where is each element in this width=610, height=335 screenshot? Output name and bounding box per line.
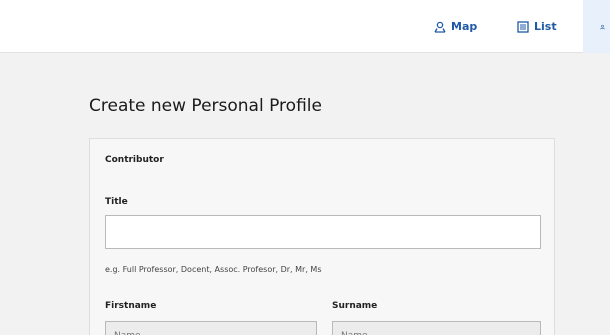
title-hint: e.g. Full Professor, Docent, Assoc. Prof… xyxy=(105,265,322,274)
firstname-input[interactable] xyxy=(105,321,317,335)
nav-list-label: List xyxy=(534,20,557,33)
page-title: Create new Personal Profile xyxy=(89,96,322,116)
nav-map-label: Map xyxy=(451,20,478,33)
nav-map-link[interactable]: Map xyxy=(434,0,477,53)
nav-profile-link[interactable] xyxy=(583,0,610,53)
title-label: Title xyxy=(105,197,128,207)
firstname-label: Firstname xyxy=(105,301,157,311)
surname-label: Surname xyxy=(332,301,378,311)
top-navigation-bar: Map List xyxy=(0,0,610,53)
contributor-form-card: Contributor Title e.g. Full Professor, D… xyxy=(89,138,555,335)
user-icon xyxy=(600,24,605,29)
title-input[interactable] xyxy=(105,215,541,249)
surname-input[interactable] xyxy=(332,321,541,335)
map-pin-icon xyxy=(434,21,446,33)
nav-list-link[interactable]: List xyxy=(517,0,557,53)
list-icon xyxy=(517,20,529,33)
section-title-contributor: Contributor xyxy=(105,155,164,165)
